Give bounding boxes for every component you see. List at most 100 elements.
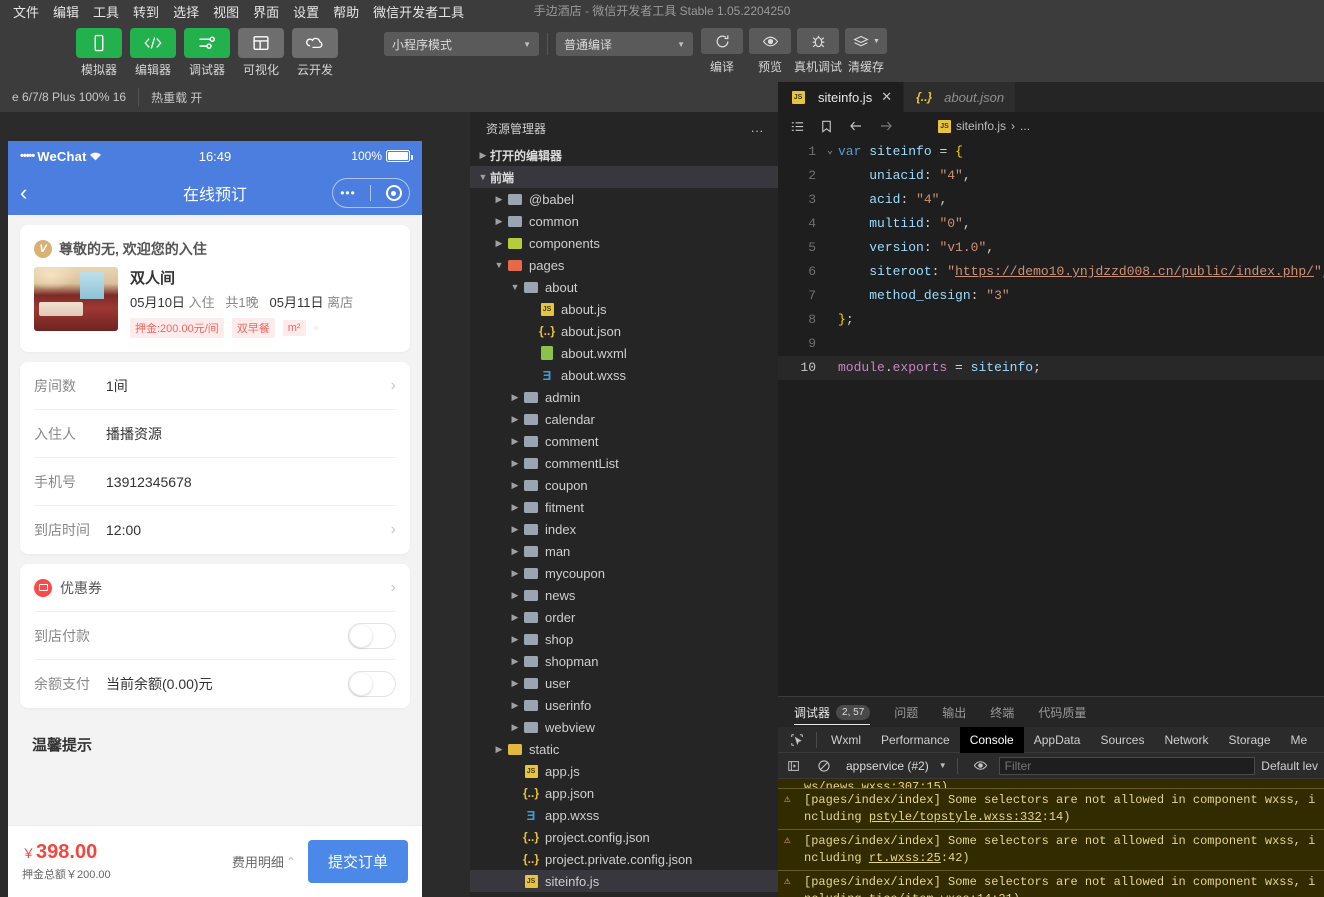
breadcrumb-more[interactable]: ...: [1020, 119, 1030, 133]
outline-icon[interactable]: [790, 119, 805, 134]
device-select[interactable]: e 6/7/8 Plus 100% 16: [0, 82, 138, 112]
submit-order-button[interactable]: 提交订单: [308, 840, 408, 883]
menu-item-0[interactable]: 文件: [6, 0, 46, 23]
tree-folder-coupon[interactable]: ▶coupon: [470, 474, 778, 496]
more-dots-icon[interactable]: •••: [340, 186, 356, 200]
fold-chevron-icon[interactable]: ⌄: [822, 140, 838, 164]
tree-folder-order[interactable]: ▶order: [470, 606, 778, 628]
clear-console-icon[interactable]: [812, 759, 836, 773]
devtools-tab-Network[interactable]: Network: [1154, 727, 1218, 753]
devtools-tab-AppData[interactable]: AppData: [1024, 727, 1091, 753]
tree-folder-components[interactable]: ▶components: [470, 232, 778, 254]
toolbar-action-编译[interactable]: 编译: [701, 28, 743, 75]
devtools-tab-Performance[interactable]: Performance: [871, 727, 960, 753]
devtools-tab-Console[interactable]: Console: [960, 727, 1024, 753]
menu-item-4[interactable]: 选择: [166, 0, 206, 23]
code-area[interactable]: 1⌄var siteinfo = {2 uniacid: "4",3 acid:…: [778, 140, 1324, 380]
console-message-link[interactable]: pstyle/topstyle.wxss:332: [869, 810, 1042, 824]
eye-icon[interactable]: [968, 758, 993, 773]
console-message[interactable]: ⚠[pages/index/index] Some selectors are …: [778, 789, 1324, 830]
console-output[interactable]: ws/news.wxss:307:15)⚠[pages/index/index]…: [778, 779, 1324, 897]
project-root-section[interactable]: ▼ 前端: [470, 166, 778, 188]
compile-select[interactable]: 普通编译 ▼: [556, 32, 693, 56]
payment-toggle[interactable]: [348, 671, 396, 697]
form-row-入住人[interactable]: 入住人播播资源: [34, 410, 396, 458]
inspect-cursor-icon[interactable]: [782, 733, 812, 747]
toolbar-tool-云开发[interactable]: 云开发: [292, 28, 338, 78]
tree-folder-shop[interactable]: ▶shop: [470, 628, 778, 650]
menu-item-7[interactable]: 设置: [286, 0, 326, 23]
devtools-tab-Me[interactable]: Me: [1281, 727, 1318, 753]
hot-reload-select[interactable]: 热重载 开: [139, 82, 214, 112]
tree-folder-user[interactable]: ▶user: [470, 672, 778, 694]
tree-file-project.private.config.json[interactable]: {..}project.private.config.json: [470, 848, 778, 870]
tree-folder-comment[interactable]: ▶comment: [470, 430, 778, 452]
menu-item-2[interactable]: 工具: [86, 0, 126, 23]
tree-folder-about[interactable]: ▼about: [470, 276, 778, 298]
close-icon[interactable]: ✕: [881, 89, 892, 105]
tree-file-about.json[interactable]: {..}about.json: [470, 320, 778, 342]
tree-folder-static[interactable]: ▶static: [470, 738, 778, 760]
tree-file-about.js[interactable]: JSabout.js: [470, 298, 778, 320]
debugger-tab-终端[interactable]: 终端: [980, 697, 1024, 727]
fee-detail-toggle[interactable]: 费用明细 ⌃: [232, 852, 296, 871]
console-filter-input[interactable]: [999, 757, 1256, 775]
tree-folder-pages[interactable]: ▼pages: [470, 254, 778, 276]
explorer-menu-icon[interactable]: ...: [751, 121, 764, 135]
tree-folder-webview[interactable]: ▶webview: [470, 716, 778, 738]
menu-item-1[interactable]: 编辑: [46, 0, 86, 23]
tree-folder-news[interactable]: ▶news: [470, 584, 778, 606]
console-message[interactable]: ⚠[pages/index/index] Some selectors are …: [778, 830, 1324, 871]
tree-folder-common[interactable]: ▶common: [470, 210, 778, 232]
toolbar-action-预览[interactable]: 预览: [749, 28, 791, 75]
toolbar-tool-编辑器[interactable]: 编辑器: [130, 28, 176, 78]
debugger-tab-代码质量[interactable]: 代码质量: [1028, 697, 1096, 727]
tree-folder-mycoupon[interactable]: ▶mycoupon: [470, 562, 778, 584]
menu-item-6[interactable]: 界面: [246, 0, 286, 23]
form-row-到店时间[interactable]: 到店时间12:00›: [34, 506, 396, 554]
target-icon[interactable]: [386, 185, 402, 201]
tree-file-app.json[interactable]: {..}app.json: [470, 782, 778, 804]
form-row-房间数[interactable]: 房间数1间›: [34, 362, 396, 410]
menu-item-3[interactable]: 转到: [126, 0, 166, 23]
tree-file-about.wxss[interactable]: Ǝabout.wxss: [470, 364, 778, 386]
console-message-link[interactable]: rt.wxss:25: [869, 851, 941, 865]
back-chevron-icon[interactable]: ‹: [20, 182, 27, 204]
tree-folder-userinfo[interactable]: ▶userinfo: [470, 694, 778, 716]
debugger-tab-问题[interactable]: 问题: [884, 697, 928, 727]
tree-folder-calendar[interactable]: ▶calendar: [470, 408, 778, 430]
console-context-select[interactable]: appservice (#2) ▼: [842, 759, 947, 773]
mode-select[interactable]: 小程序模式 ▼: [384, 32, 539, 56]
toolbar-action-清缓存[interactable]: ▼清缓存: [845, 28, 887, 75]
toolbar-tool-调试器[interactable]: 调试器: [184, 28, 230, 78]
tree-folder-admin[interactable]: ▶admin: [470, 386, 778, 408]
tree-folder-index[interactable]: ▶index: [470, 518, 778, 540]
console-message[interactable]: ⚠[pages/index/index] Some selectors are …: [778, 871, 1324, 897]
console-message[interactable]: ws/news.wxss:307:15): [778, 779, 1324, 789]
tree-file-app.wxss[interactable]: Ǝapp.wxss: [470, 804, 778, 826]
menu-item-8[interactable]: 帮助: [326, 0, 366, 23]
execute-icon[interactable]: [782, 759, 806, 773]
toolbar-tool-可视化[interactable]: 可视化: [238, 28, 284, 78]
tree-file-project.config.json[interactable]: {..}project.config.json: [470, 826, 778, 848]
back-arrow-icon[interactable]: [848, 118, 864, 134]
payment-toggle[interactable]: [348, 623, 396, 649]
debugger-tab-输出[interactable]: 输出: [932, 697, 976, 727]
tree-file-app.js[interactable]: JSapp.js: [470, 760, 778, 782]
bookmark-icon[interactable]: [819, 119, 834, 134]
editor-tab-about.json[interactable]: {..}about.json: [904, 82, 1016, 112]
editor-tab-siteinfo.js[interactable]: JSsiteinfo.js✕: [778, 82, 904, 112]
forward-arrow-icon[interactable]: [878, 118, 894, 134]
tree-folder-fitment[interactable]: ▶fitment: [470, 496, 778, 518]
toolbar-action-真机调试[interactable]: 真机调试: [797, 28, 839, 75]
open-editors-section[interactable]: ▶ 打开的编辑器: [470, 144, 778, 166]
tree-folder-commentList[interactable]: ▶commentList: [470, 452, 778, 474]
tree-folder-@babel[interactable]: ▶@babel: [470, 188, 778, 210]
toolbar-tool-模拟器[interactable]: 模拟器: [76, 28, 122, 78]
tree-folder-shopman[interactable]: ▶shopman: [470, 650, 778, 672]
console-message-link[interactable]: tice/item.wxss:14: [869, 892, 991, 897]
coupon-row[interactable]: 优惠券 ›: [34, 564, 396, 612]
breadcrumb[interactable]: JS siteinfo.js › ...: [938, 119, 1030, 133]
menu-item-9[interactable]: 微信开发者工具: [366, 0, 471, 23]
tree-file-about.wxml[interactable]: about.wxml: [470, 342, 778, 364]
